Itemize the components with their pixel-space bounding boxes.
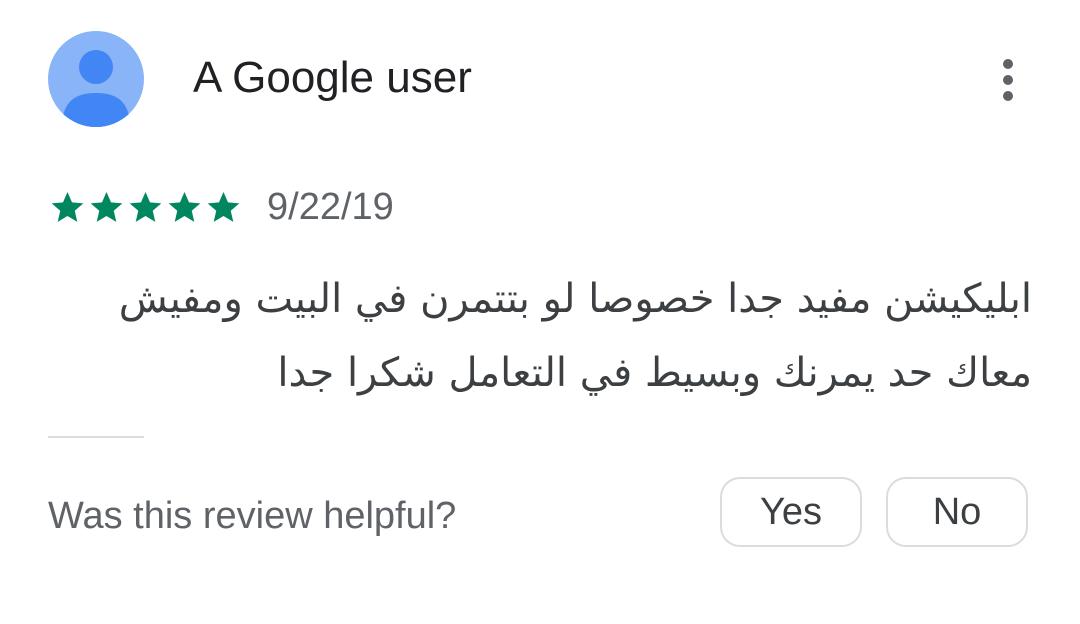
review-text: ابليكيشن مفيد جدا خصوصا لو بتتمرن في الب… xyxy=(118,276,1032,396)
author-name: A Google user xyxy=(193,53,472,102)
review-card: A Google user 9/22/19 ابليكيشن مفيد جدا … xyxy=(0,0,1080,624)
helpful-question: Was this review helpful? xyxy=(48,495,457,537)
yes-button[interactable]: Yes xyxy=(720,477,862,547)
helpful-buttons: Yes No xyxy=(720,477,1028,547)
star-icon xyxy=(129,191,162,222)
star-rating xyxy=(48,188,243,226)
divider xyxy=(48,436,144,438)
rating-row: 9/22/19 xyxy=(48,182,394,232)
no-button[interactable]: No xyxy=(886,477,1028,547)
star-icon xyxy=(51,191,84,222)
more-options-button[interactable] xyxy=(986,52,1030,108)
more-vert-icon xyxy=(1003,59,1013,101)
avatar xyxy=(48,31,144,127)
star-icon xyxy=(90,191,123,222)
person-icon xyxy=(62,50,130,127)
star-icon xyxy=(207,191,240,222)
review-date: 9/22/19 xyxy=(267,185,394,228)
star-icon xyxy=(168,191,201,222)
